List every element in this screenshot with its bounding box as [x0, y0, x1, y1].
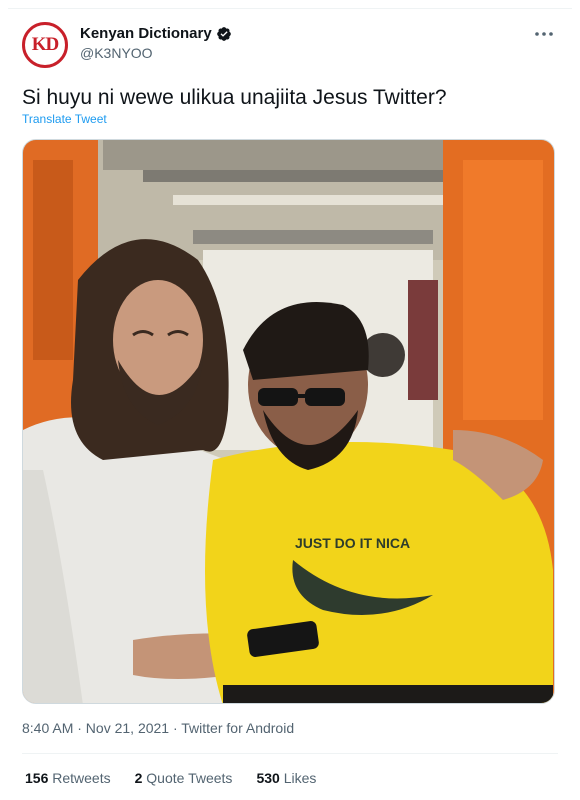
tweet-card: KD Kenyan Dictionary @K3NYOO Si huyu ni … — [0, 0, 580, 800]
tweet-text: Si huyu ni wewe ulikua unajiita Jesus Tw… — [22, 86, 447, 109]
translate-tweet-link[interactable]: Translate Tweet — [22, 112, 107, 126]
more-options-button[interactable] — [530, 22, 558, 46]
likes-label: Likes — [283, 770, 317, 786]
divider-stats — [22, 753, 558, 754]
tweet-timestamp[interactable]: 8:40 AM · Nov 21, 2021 · Twitter for And… — [22, 720, 294, 736]
divider-top — [8, 8, 572, 9]
photo-illustration: JUST DO IT NICA — [23, 140, 554, 703]
retweets-count: 156 — [25, 770, 49, 786]
quote-tweets-label: Quote Tweets — [146, 770, 233, 786]
avatar[interactable]: KD — [22, 22, 68, 68]
verified-badge-icon — [216, 26, 232, 42]
author-block: Kenyan Dictionary @K3NYOO — [80, 25, 232, 61]
author-handle[interactable]: @K3NYOO — [80, 45, 232, 61]
engagement-stats: 156 Retweets 2 Quote Tweets 530 Likes — [25, 770, 316, 786]
photo-shirt-print: JUST DO IT NICA — [295, 535, 410, 551]
more-dots-icon — [535, 32, 553, 36]
tweet-photo[interactable]: JUST DO IT NICA — [22, 139, 555, 704]
retweets-label: Retweets — [52, 770, 111, 786]
likes-count: 530 — [256, 770, 280, 786]
avatar-logo-text: KD — [31, 34, 59, 55]
likes-stat[interactable]: 530 Likes — [256, 770, 316, 786]
quote-tweets-count: 2 — [134, 770, 143, 786]
retweets-stat[interactable]: 156 Retweets — [25, 770, 111, 786]
author-display-name[interactable]: Kenyan Dictionary — [80, 25, 212, 42]
quote-tweets-stat[interactable]: 2 Quote Tweets — [135, 770, 233, 786]
